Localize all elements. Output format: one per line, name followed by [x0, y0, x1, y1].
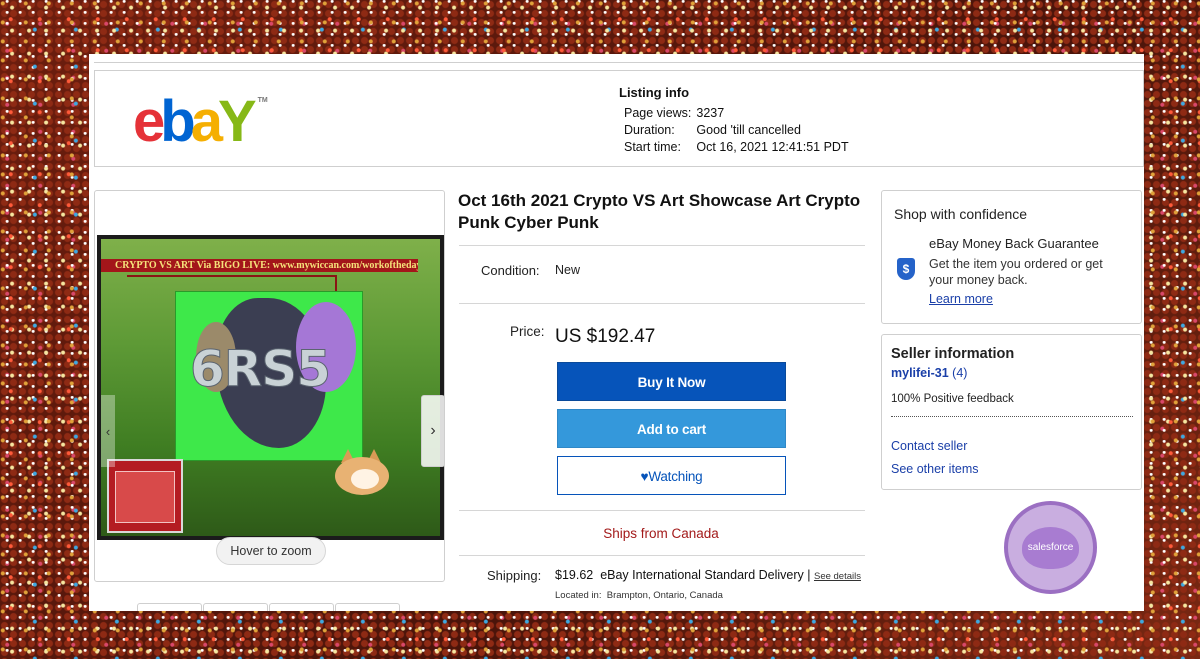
contact-seller-link[interactable]: Contact seller [891, 439, 967, 453]
price-label: Price: [510, 324, 545, 339]
logo-letter-e: e [133, 89, 165, 154]
see-details-link[interactable]: See details [814, 571, 861, 582]
page-views-value: 3237 [696, 106, 725, 120]
start-time-label: Start time: [624, 140, 681, 154]
confidence-title: Shop with confidence [894, 206, 1028, 222]
shipping-label: Shipping: [487, 568, 542, 583]
shipping-method: eBay International Standard Delivery | [600, 568, 811, 582]
video-inset [107, 459, 183, 533]
logo-letter-b: b [160, 89, 196, 154]
hover-to-zoom-label: Hover to zoom [216, 537, 326, 565]
thumbnail[interactable] [203, 603, 268, 611]
painting-canvas: 6RS5 [175, 291, 363, 461]
image-banner: CRYPTO VS ART Via BIGO LIVE: www.mywicca… [101, 259, 418, 272]
page-views-label: Page views: [624, 106, 692, 120]
seller-information-panel: Seller information mylifei-31 (4) 100% P… [881, 334, 1142, 490]
duration-label: Duration: [624, 123, 675, 137]
seller-feedback: 100% Positive feedback [891, 393, 1014, 405]
condition-label: Condition: [481, 263, 540, 278]
chevron-right-icon[interactable]: › [421, 395, 444, 467]
seller-title: Seller information [891, 346, 1015, 362]
add-to-cart-button[interactable]: Add to cart [557, 409, 786, 448]
ebay-logo[interactable]: ebaY TM [133, 93, 268, 151]
listing-info-table: Page views: 3237 Duration: Good 'till ca… [624, 105, 854, 156]
divider [459, 555, 865, 556]
seller-name[interactable]: mylifei-31 (4) [891, 366, 967, 380]
logo-trademark: TM [257, 97, 268, 104]
learn-more-link[interactable]: Learn more [929, 292, 993, 306]
inset-person [115, 471, 175, 523]
thumbnail-strip [137, 603, 400, 611]
chevron-left-icon[interactable]: ‹ [101, 395, 115, 467]
buy-it-now-button[interactable]: Buy It Now [557, 362, 786, 401]
shield-dollar-icon: $ [897, 258, 915, 280]
shop-with-confidence-panel: Shop with confidence $ eBay Money Back G… [881, 190, 1142, 324]
logo-letter-y: Y [217, 89, 257, 154]
watching-button[interactable]: ♥Watching [557, 456, 786, 495]
listing-header: ebaY TM Listing info Page views: 3237 Dur… [94, 70, 1144, 167]
seller-username[interactable]: mylifei-31 [891, 366, 949, 380]
top-divider [94, 62, 1144, 63]
plush-face [351, 469, 379, 489]
thumbnail[interactable] [137, 603, 202, 611]
image-gallery: CRYPTO VS ART Via BIGO LIVE: www.mywicca… [94, 190, 445, 582]
salesforce-logo: salesforce [1022, 527, 1079, 569]
price-value: US $192.47 [555, 326, 656, 347]
see-other-items-link[interactable]: See other items [891, 462, 979, 476]
shiba-plush [333, 443, 391, 499]
item-details: Oct 16th 2021 Crypto VS Art Showcase Art… [458, 190, 865, 601]
condition-value: New [555, 263, 581, 277]
watching-label: Watching [648, 469, 703, 484]
main-product-image[interactable]: CRYPTO VS ART Via BIGO LIVE: www.mywicca… [97, 235, 444, 540]
divider [459, 510, 865, 511]
listing-info-row: Page views: 3237 [624, 105, 854, 122]
divider [459, 245, 865, 246]
located-label: Located in: [555, 590, 602, 601]
ebay-listing-page: ebaY TM Listing info Page views: 3237 Dur… [89, 54, 1144, 611]
ships-from-text: Ships from Canada [603, 526, 719, 541]
listing-info-row: Duration: Good 'till cancelled [624, 122, 854, 139]
thumbnail[interactable] [335, 603, 400, 611]
start-time-value: Oct 16, 2021 12:41:51 PDT [696, 140, 849, 154]
guarantee-text: Get the item you ordered or get your mon… [929, 257, 1103, 287]
divider [459, 303, 865, 304]
salesforce-badge: salesforce [1004, 501, 1097, 594]
listing-info-row: Start time: Oct 16, 2021 12:41:51 PDT [624, 139, 854, 156]
logo-letter-a: a [190, 89, 223, 154]
thumbnail[interactable] [269, 603, 334, 611]
shipping-info: $19.62 eBay International Standard Deliv… [555, 568, 861, 582]
painting-text: 6RS5 [189, 340, 331, 399]
guarantee-title: eBay Money Back Guarantee [929, 236, 1099, 251]
duration-value: Good 'till cancelled [696, 123, 801, 137]
item-title: Oct 16th 2021 Crypto VS Art Showcase Art… [458, 191, 861, 232]
located-in: Located in: Brampton, Ontario, Canada [555, 590, 723, 601]
dotted-divider [891, 416, 1133, 417]
seller-score[interactable]: (4) [952, 366, 967, 380]
located-value: Brampton, Ontario, Canada [606, 590, 723, 601]
shipping-price: $19.62 [555, 568, 594, 582]
listing-info: Listing info Page views: 3237 Duration: … [619, 85, 854, 156]
condition-row: Condition: New [481, 263, 580, 278]
listing-info-title: Listing info [619, 85, 690, 100]
